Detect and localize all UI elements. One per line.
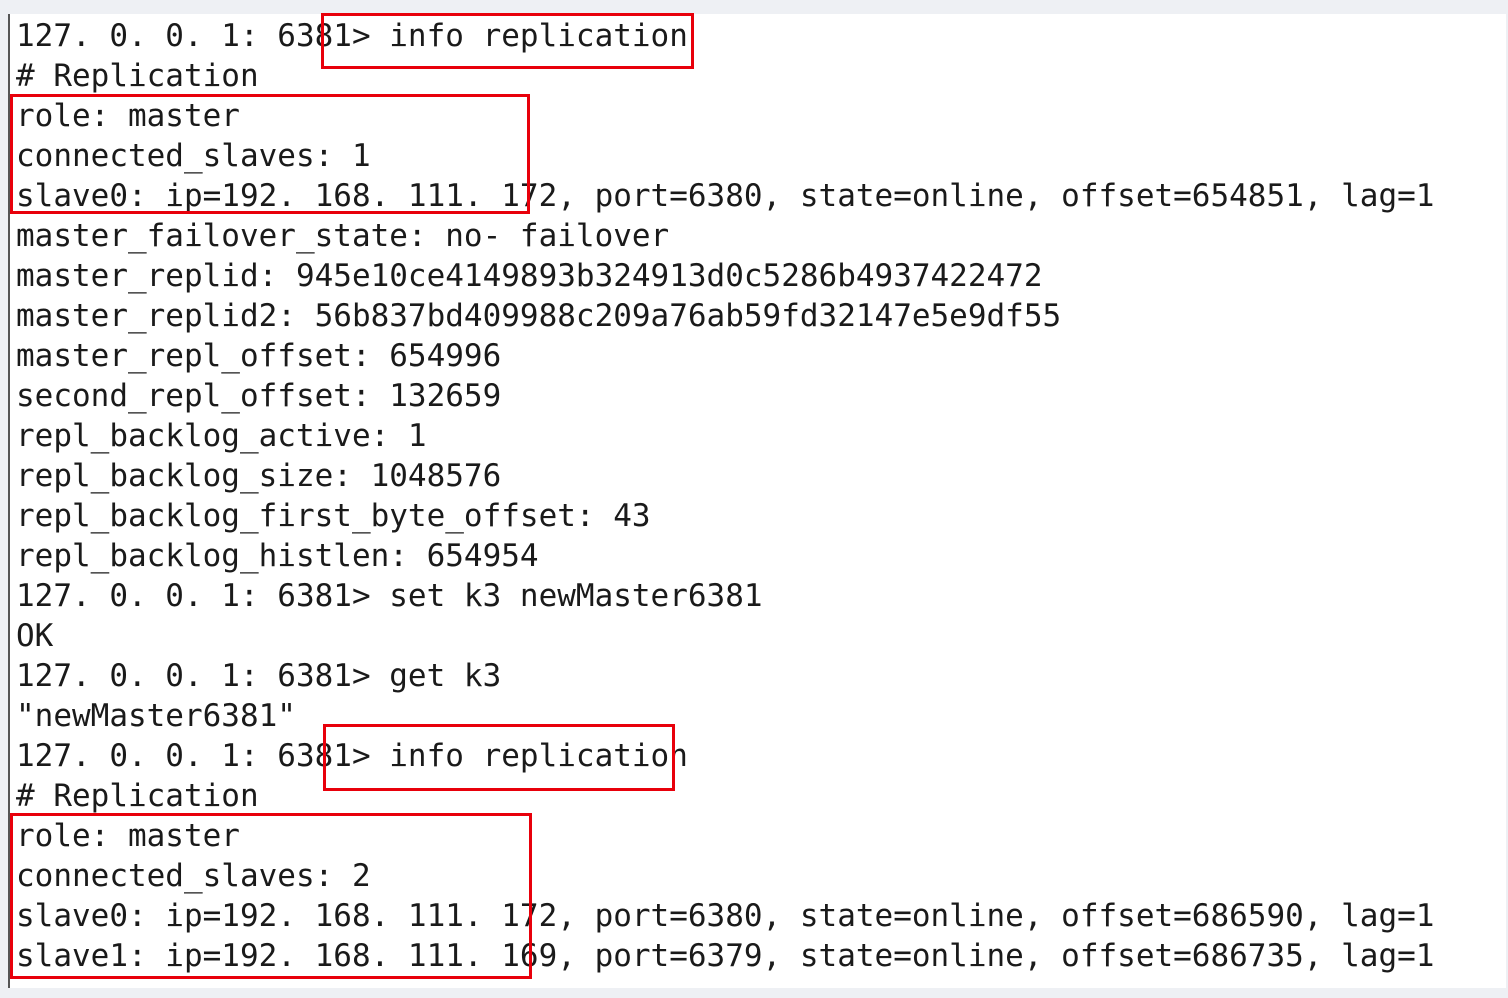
terminal-line: slave0: ip=192. 168. 111. 172, port=6380…: [16, 898, 1435, 934]
terminal-line: # Replication: [16, 778, 259, 814]
terminal-line: second_repl_offset: 132659: [16, 378, 502, 414]
terminal-line: repl_backlog_first_byte_offset: 43: [16, 498, 651, 534]
terminal-line: # Replication: [16, 58, 259, 94]
terminal-line: 127. 0. 0. 1: 6381> info replication: [16, 738, 688, 774]
terminal-line: repl_backlog_size: 1048576: [16, 458, 502, 494]
terminal-line: slave0: ip=192. 168. 111. 172, port=6380…: [16, 178, 1435, 214]
terminal-line: repl_backlog_active: 1: [16, 418, 427, 454]
terminal-line: master_replid2: 56b837bd409988c209a76ab5…: [16, 298, 1062, 334]
terminal-line: 127. 0. 0. 1: 6381> set k3 newMaster6381: [16, 578, 763, 614]
terminal-line: role: master: [16, 818, 240, 854]
terminal-line: master_repl_offset: 654996: [16, 338, 502, 374]
terminal-line: 127. 0. 0. 1: 6381> get k3: [16, 658, 502, 694]
terminal-line: role: master: [16, 98, 240, 134]
terminal-line: 127. 0. 0. 1: 6381> info replication: [16, 18, 688, 54]
terminal-line: master_replid: 945e10ce4149893b324913d0c…: [16, 258, 1043, 294]
terminal-line: slave1: ip=192. 168. 111. 169, port=6379…: [16, 938, 1435, 974]
window-top-edge: [0, 0, 1508, 14]
terminal-line: OK: [16, 618, 54, 654]
terminal-line: "newMaster6381": [16, 698, 296, 734]
window-bottom-edge: [0, 988, 1508, 998]
terminal-line: master_failover_state: no- failover: [16, 218, 670, 254]
terminal-output[interactable]: 127. 0. 0. 1: 6381> info replication # R…: [8, 14, 1506, 988]
terminal-line: repl_backlog_histlen: 654954: [16, 538, 539, 574]
terminal-line: connected_slaves: 2: [16, 858, 371, 894]
terminal-line: connected_slaves: 1: [16, 138, 371, 174]
